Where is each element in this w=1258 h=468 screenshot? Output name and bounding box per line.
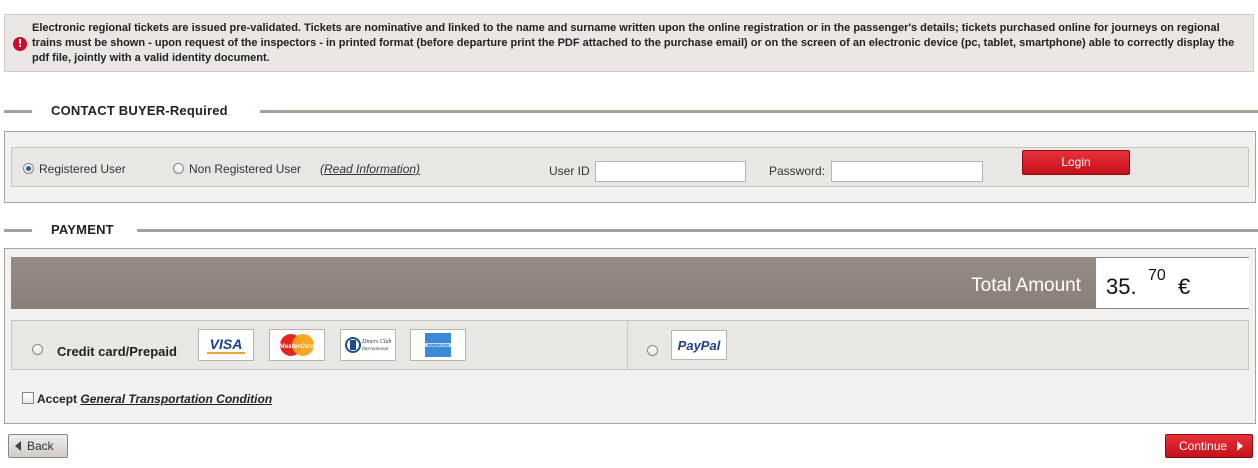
paypal-radio[interactable]	[647, 345, 658, 356]
accept-label: Accept General Transportation Condition	[37, 392, 272, 406]
payment-methods-row: Credit card/Prepaid VISA MasterCard Dine…	[11, 320, 1249, 370]
payment-section-header: PAYMENT	[4, 222, 1258, 242]
svg-text:Diners Club: Diners Club	[361, 339, 392, 345]
back-button[interactable]: Back	[8, 434, 68, 458]
non-registered-user-label[interactable]: Non Registered User	[189, 162, 301, 176]
contact-box: Registered User Non Registered User (Rea…	[4, 131, 1256, 203]
userid-label: User ID	[549, 164, 590, 178]
password-input[interactable]	[831, 161, 983, 182]
svg-text:AMERICAN: AMERICAN	[427, 343, 449, 348]
notice-banner: ! Electronic regional tickets are issued…	[4, 14, 1254, 72]
login-button[interactable]: Login	[1022, 150, 1130, 175]
contact-section-header: CONTACT BUYER-Required	[4, 103, 1258, 123]
currency-symbol: €	[1178, 274, 1191, 299]
mastercard-logo-text: MasterCard	[279, 343, 316, 350]
registered-user-radio[interactable]	[23, 163, 34, 174]
back-label: Back	[27, 439, 54, 453]
non-registered-user-radio[interactable]	[173, 163, 184, 174]
section-rule-left	[4, 110, 32, 113]
continue-label: Continue	[1179, 439, 1228, 453]
paypal-logo-text: PayPal	[678, 338, 721, 353]
section-rule-right	[260, 110, 1258, 113]
total-amount-box: 35. 70 €	[1096, 258, 1249, 308]
userid-input[interactable]	[595, 161, 746, 182]
arrow-left-icon	[15, 441, 21, 451]
visa-logo-text: VISA	[210, 336, 243, 352]
payment-box: Total Amount 35. 70 € Credit card/Prepai…	[4, 248, 1256, 424]
amex-logo: AMERICAN	[410, 329, 466, 361]
contact-section-title: CONTACT BUYER-Required	[51, 103, 228, 118]
accept-text: Accept	[37, 392, 78, 406]
visa-logo: VISA	[198, 329, 254, 361]
alert-icon: !	[13, 37, 27, 51]
registered-user-label[interactable]: Registered User	[39, 162, 126, 176]
accept-checkbox[interactable]	[22, 392, 34, 404]
svg-text:International: International	[361, 347, 389, 352]
password-label: Password:	[769, 164, 826, 178]
methods-divider	[627, 321, 628, 369]
total-amount-decimal: 70	[1148, 267, 1166, 284]
payment-section-title: PAYMENT	[51, 222, 114, 237]
total-amount-bar: Total Amount 35. 70 €	[11, 257, 1249, 309]
diners-club-logo: Diners Club International	[340, 329, 396, 361]
paypal-logo: PayPal	[671, 330, 727, 360]
total-amount-label: Total Amount	[971, 275, 1081, 296]
credit-card-label[interactable]: Credit card/Prepaid	[57, 344, 177, 359]
read-information-link[interactable]: (Read Information)	[320, 162, 420, 176]
credit-card-radio[interactable]	[32, 344, 43, 355]
mastercard-logo: MasterCard	[269, 329, 325, 361]
notice-text: Electronic regional tickets are issued p…	[32, 22, 1235, 64]
section-rule-left	[4, 229, 32, 232]
arrow-right-icon	[1237, 441, 1243, 451]
total-amount-integer: 35.	[1106, 274, 1137, 299]
section-rule-right	[137, 229, 1258, 232]
continue-button[interactable]: Continue	[1165, 434, 1253, 458]
general-transportation-condition-link[interactable]: General Transportation Condition	[80, 392, 272, 406]
